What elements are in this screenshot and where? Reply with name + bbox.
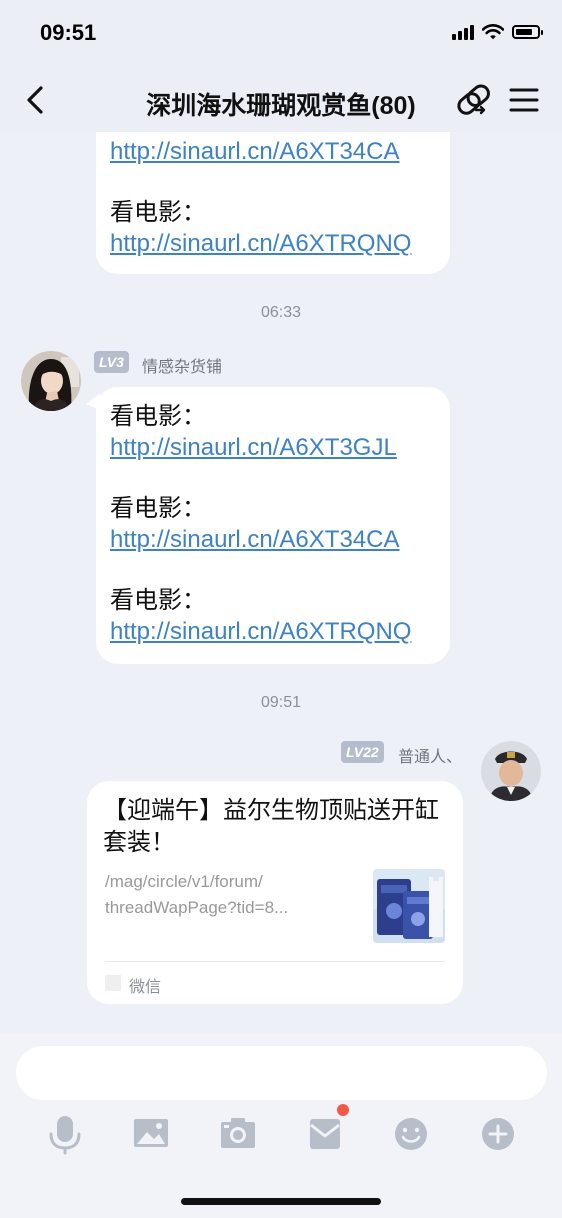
avatar[interactable] <box>481 741 541 801</box>
product-thumbnail-image <box>373 869 445 943</box>
message-link[interactable]: http://sinaurl.cn/A6XT34CA <box>110 136 436 167</box>
sender-name[interactable]: 情感杂货铺 <box>142 353 222 377</box>
cellular-signal-icon <box>452 24 474 40</box>
message-bubble: http://sinaurl.cn/A6XT34CA 看电影： http://s… <box>96 132 450 274</box>
message-link[interactable]: http://sinaurl.cn/A6XTRQNQ <box>110 616 436 647</box>
link-share-icon <box>457 84 490 115</box>
level-badge: LV3 <box>94 351 129 373</box>
voice-button[interactable] <box>43 1112 87 1156</box>
red-packet-button[interactable] <box>303 1104 349 1156</box>
plus-icon <box>482 1118 514 1150</box>
message-input[interactable] <box>16 1046 547 1100</box>
more-button[interactable] <box>476 1112 520 1156</box>
status-time: 09:51 <box>40 20 97 45</box>
emoji-icon <box>395 1118 427 1150</box>
card-url-line: threadWapPage?tid=8... <box>105 898 289 917</box>
message-text: 看电影： <box>110 403 206 430</box>
card-url-line: /mag/circle/v1/forum/ <box>105 872 263 891</box>
timestamp: 06:33 <box>260 304 302 321</box>
message-text: 看电影： <box>110 495 206 522</box>
message-bubble: 看电影： http://sinaurl.cn/A6XT3GJL 看电影： htt… <box>96 387 450 664</box>
card-thumbnail <box>373 869 445 943</box>
card-divider <box>105 961 445 962</box>
emoji-button[interactable] <box>389 1112 433 1156</box>
status-bar: 09:51 <box>0 0 562 68</box>
status-icons <box>452 24 543 40</box>
message-text: 看电影： <box>110 199 206 226</box>
notification-dot <box>337 1104 349 1116</box>
hamburger-menu-icon <box>509 88 539 112</box>
sender-name[interactable]: 普通人、 <box>398 743 462 767</box>
wechat-source-icon <box>105 975 121 991</box>
menu-button[interactable] <box>504 80 544 120</box>
message-text: 看电影： <box>110 587 206 614</box>
photo-button[interactable] <box>129 1112 173 1156</box>
group-share-button[interactable] <box>454 80 494 120</box>
camera-button[interactable] <box>216 1112 260 1156</box>
user-avatar-image <box>21 351 81 411</box>
input-area <box>0 1034 562 1218</box>
message-link[interactable]: http://sinaurl.cn/A6XT34CA <box>110 524 436 555</box>
input-toolbar <box>0 1104 562 1156</box>
avatar[interactable] <box>21 351 81 411</box>
timestamp: 09:51 <box>260 694 302 711</box>
card-source: 微信 <box>129 979 162 996</box>
card-url: /mag/circle/v1/forum/ threadWapPage?tid=… <box>105 869 345 921</box>
image-icon <box>134 1119 168 1147</box>
home-indicator[interactable] <box>181 1198 381 1205</box>
nav-bar: 深圳海水珊瑚观赏鱼(80) <box>0 68 562 132</box>
camera-icon <box>221 1118 255 1148</box>
red-packet-icon <box>310 1119 340 1149</box>
chat-area[interactable]: http://sinaurl.cn/A6XT34CA 看电影： http://s… <box>0 132 562 1034</box>
user-avatar-image <box>481 741 541 801</box>
card-title: 【迎端午】益尔生物顶贴送开缸套装！ <box>103 797 439 856</box>
link-card[interactable]: 【迎端午】益尔生物顶贴送开缸套装！ /mag/circle/v1/forum/ … <box>87 781 463 1004</box>
wifi-icon <box>482 24 504 40</box>
battery-icon <box>512 25 543 39</box>
level-badge: LV22 <box>341 741 384 763</box>
message-link[interactable]: http://sinaurl.cn/A6XTRQNQ <box>110 228 436 259</box>
microphone-icon <box>49 1116 81 1155</box>
message-link[interactable]: http://sinaurl.cn/A6XT3GJL <box>110 432 436 463</box>
